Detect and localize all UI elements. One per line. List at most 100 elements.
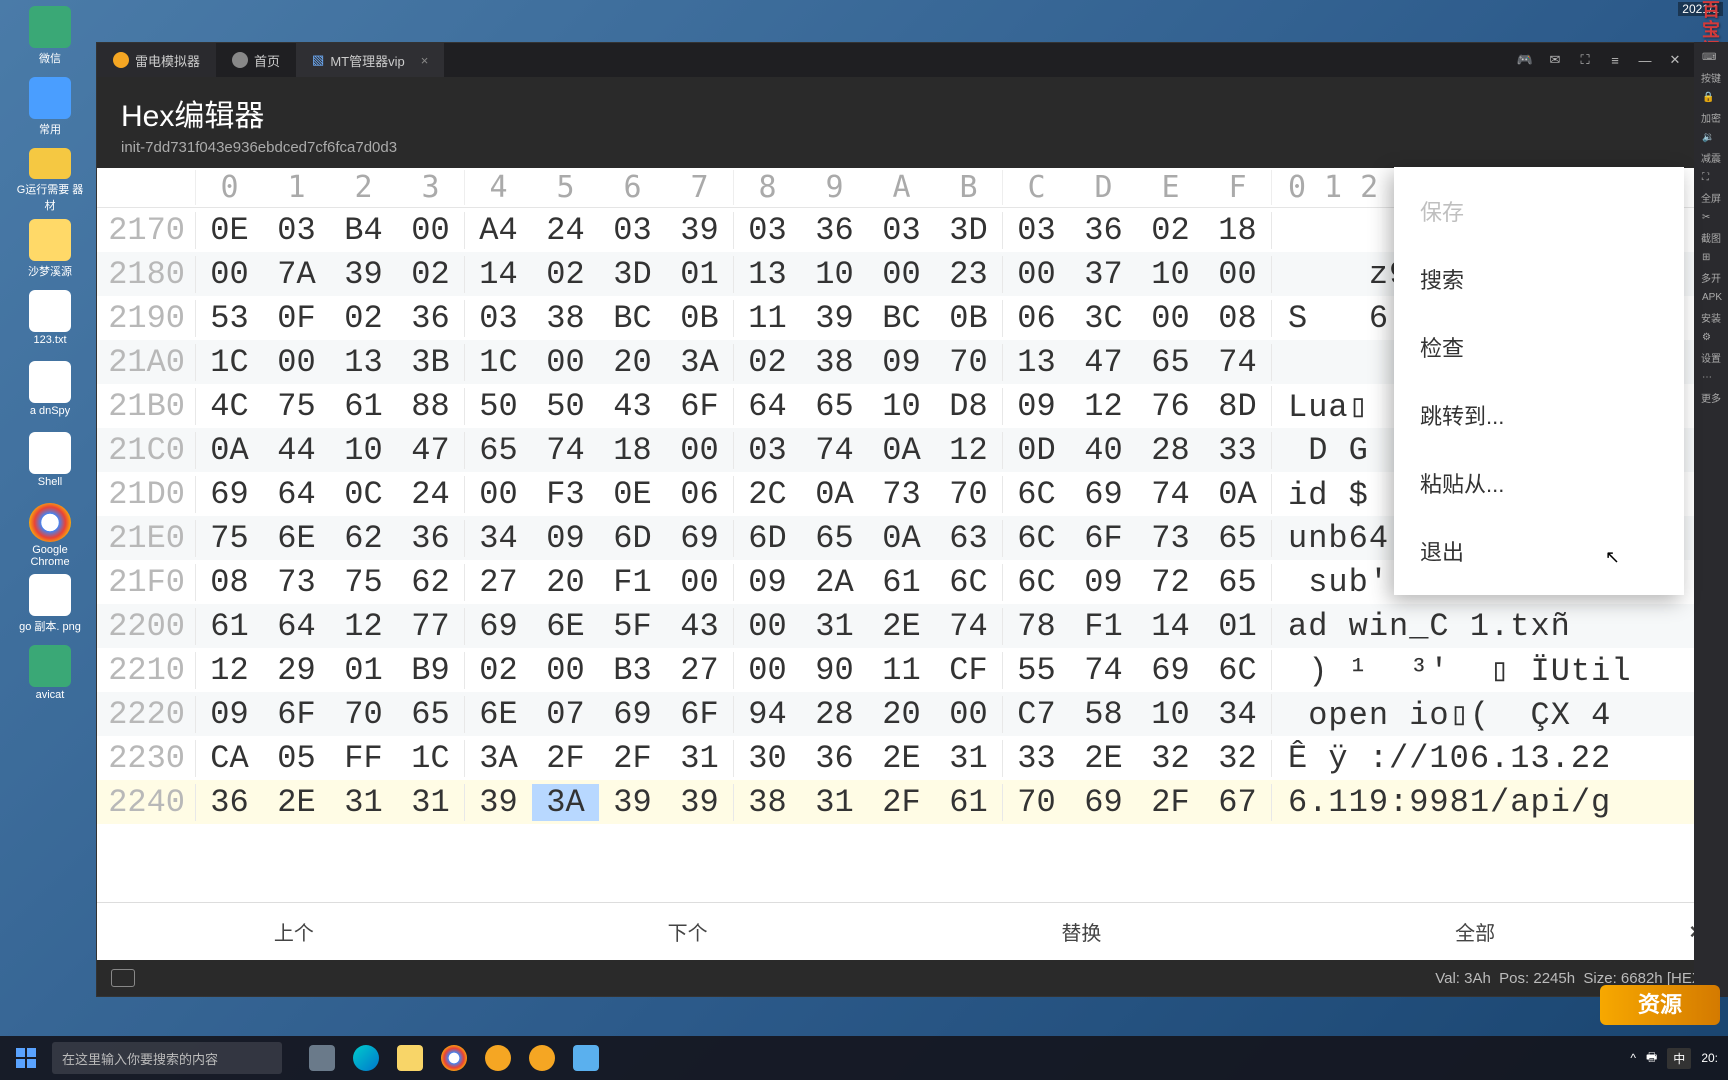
desktop-icon[interactable]: avicat (15, 645, 85, 710)
hex-byte[interactable]: 31 (666, 740, 733, 777)
hex-byte[interactable]: 0E (196, 212, 263, 249)
hex-byte[interactable]: 6C (1003, 476, 1070, 513)
hex-byte[interactable]: 43 (666, 608, 733, 645)
hex-byte[interactable]: 50 (532, 388, 599, 425)
hex-byte[interactable]: 0F (263, 300, 330, 337)
hex-byte[interactable]: 0D (1003, 432, 1070, 469)
side-tool-减震[interactable]: 🔉减震 (1698, 130, 1724, 166)
hex-byte[interactable]: 61 (330, 388, 397, 425)
hex-byte[interactable]: 00 (666, 432, 733, 469)
hex-byte[interactable]: BC (868, 300, 935, 337)
hex-byte[interactable]: 13 (1003, 344, 1070, 381)
hex-byte[interactable]: 02 (330, 300, 397, 337)
hex-byte[interactable]: 6F (666, 696, 733, 733)
hex-byte[interactable]: 47 (1070, 344, 1137, 381)
replace-button[interactable]: 替换 (885, 903, 1279, 960)
hex-byte[interactable]: 06 (1003, 300, 1070, 337)
hex-byte[interactable]: 2E (868, 740, 935, 777)
mt-tab[interactable]: ▧ MT管理器vip × (296, 43, 444, 77)
hex-byte[interactable]: D8 (935, 388, 1002, 425)
hex-byte[interactable]: 2F (532, 740, 599, 777)
hex-byte[interactable]: 3D (599, 256, 666, 293)
hex-byte[interactable]: 69 (465, 608, 532, 645)
hex-byte[interactable]: 74 (801, 432, 868, 469)
hex-byte[interactable]: 70 (1003, 784, 1070, 821)
hex-byte[interactable]: 38 (801, 344, 868, 381)
hex-byte[interactable]: 65 (397, 696, 464, 733)
taskview-icon[interactable] (302, 1040, 342, 1076)
hex-byte[interactable]: 75 (263, 388, 330, 425)
hex-byte[interactable]: 34 (1204, 696, 1271, 733)
hex-byte[interactable]: FF (330, 740, 397, 777)
mail-icon[interactable]: ✉ (1540, 43, 1570, 77)
hex-byte[interactable]: BC (599, 300, 666, 337)
hex-byte[interactable]: F3 (532, 476, 599, 513)
hex-byte[interactable]: 64 (734, 388, 801, 425)
ascii-text[interactable]: Ê ÿ ://106.13.22 (1271, 740, 1720, 777)
desktop-icon[interactable]: 123.txt (15, 290, 85, 355)
hex-byte[interactable]: 90 (801, 652, 868, 689)
edge-icon[interactable] (346, 1040, 386, 1076)
hex-byte[interactable]: F1 (1070, 608, 1137, 645)
system-tray[interactable]: ^ 🖶 中 20: (1630, 1048, 1728, 1069)
hex-byte[interactable]: 37 (1070, 256, 1137, 293)
next-button[interactable]: 下个 (491, 903, 885, 960)
desktop-icon[interactable]: 常用 (15, 77, 85, 142)
hex-byte[interactable]: 03 (599, 212, 666, 249)
hex-byte[interactable]: 03 (263, 212, 330, 249)
tray-printer-icon[interactable]: 🖶 (1646, 1048, 1657, 1069)
hex-byte[interactable]: 09 (532, 520, 599, 557)
hex-byte[interactable]: 65 (465, 432, 532, 469)
hex-byte[interactable]: 67 (1204, 784, 1271, 821)
hex-byte[interactable]: 2F (868, 784, 935, 821)
hex-byte[interactable]: 47 (397, 432, 464, 469)
hex-byte[interactable]: 64 (263, 608, 330, 645)
hex-byte[interactable]: 69 (1137, 652, 1204, 689)
hex-byte[interactable]: B4 (330, 212, 397, 249)
hex-byte[interactable]: 39 (465, 784, 532, 821)
hex-byte[interactable]: 65 (1204, 564, 1271, 601)
hex-byte[interactable]: 03 (1003, 212, 1070, 249)
hex-byte[interactable]: 32 (1137, 740, 1204, 777)
hex-byte[interactable]: 27 (465, 564, 532, 601)
hex-byte[interactable]: 5F (599, 608, 666, 645)
hex-byte[interactable]: 62 (397, 564, 464, 601)
hex-byte[interactable]: 03 (734, 212, 801, 249)
hex-byte[interactable]: 09 (1070, 564, 1137, 601)
hex-byte[interactable]: 00 (734, 608, 801, 645)
fullscreen-icon[interactable]: ⛶ (1570, 43, 1600, 77)
hex-byte[interactable]: 28 (1137, 432, 1204, 469)
taskbar-search[interactable]: 在这里输入你要搜索的内容 (52, 1042, 282, 1074)
side-tool-多开[interactable]: ⊞多开 (1698, 250, 1724, 286)
hex-byte[interactable]: 03 (868, 212, 935, 249)
hex-byte[interactable]: 00 (397, 212, 464, 249)
hex-byte[interactable]: 20 (532, 564, 599, 601)
hex-byte[interactable]: 6E (465, 696, 532, 733)
hex-byte[interactable]: CA (196, 740, 263, 777)
hex-byte[interactable]: 27 (666, 652, 733, 689)
hex-row[interactable]: 2240362E3131393A393938312F6170692F676.11… (97, 780, 1720, 824)
ldplayer2-icon[interactable] (522, 1040, 562, 1076)
hex-byte[interactable]: 24 (532, 212, 599, 249)
hex-byte[interactable]: 2C (734, 476, 801, 513)
ime-indicator[interactable]: 中 (1667, 1048, 1691, 1069)
hex-byte[interactable]: 23 (935, 256, 1002, 293)
minimize-icon[interactable]: — (1630, 43, 1660, 77)
tray-chevron-icon[interactable]: ^ (1630, 1051, 1636, 1065)
hex-byte[interactable]: 0A (868, 520, 935, 557)
hex-byte[interactable]: 10 (868, 388, 935, 425)
hex-byte[interactable]: 75 (196, 520, 263, 557)
hex-byte[interactable]: 38 (734, 784, 801, 821)
explorer-icon[interactable] (390, 1040, 430, 1076)
hex-byte[interactable]: 01 (1204, 608, 1271, 645)
hex-byte[interactable]: 88 (397, 388, 464, 425)
hex-byte[interactable]: 6C (1204, 652, 1271, 689)
menu-item[interactable]: 检查 (1394, 313, 1684, 381)
hex-byte[interactable]: 94 (734, 696, 801, 733)
hex-byte[interactable]: 00 (935, 696, 1002, 733)
hex-byte[interactable]: 75 (330, 564, 397, 601)
menu-item[interactable]: 跳转到... (1394, 381, 1684, 449)
hex-byte[interactable]: 36 (397, 300, 464, 337)
hex-byte[interactable]: 2A (801, 564, 868, 601)
hex-byte[interactable]: 0A (196, 432, 263, 469)
